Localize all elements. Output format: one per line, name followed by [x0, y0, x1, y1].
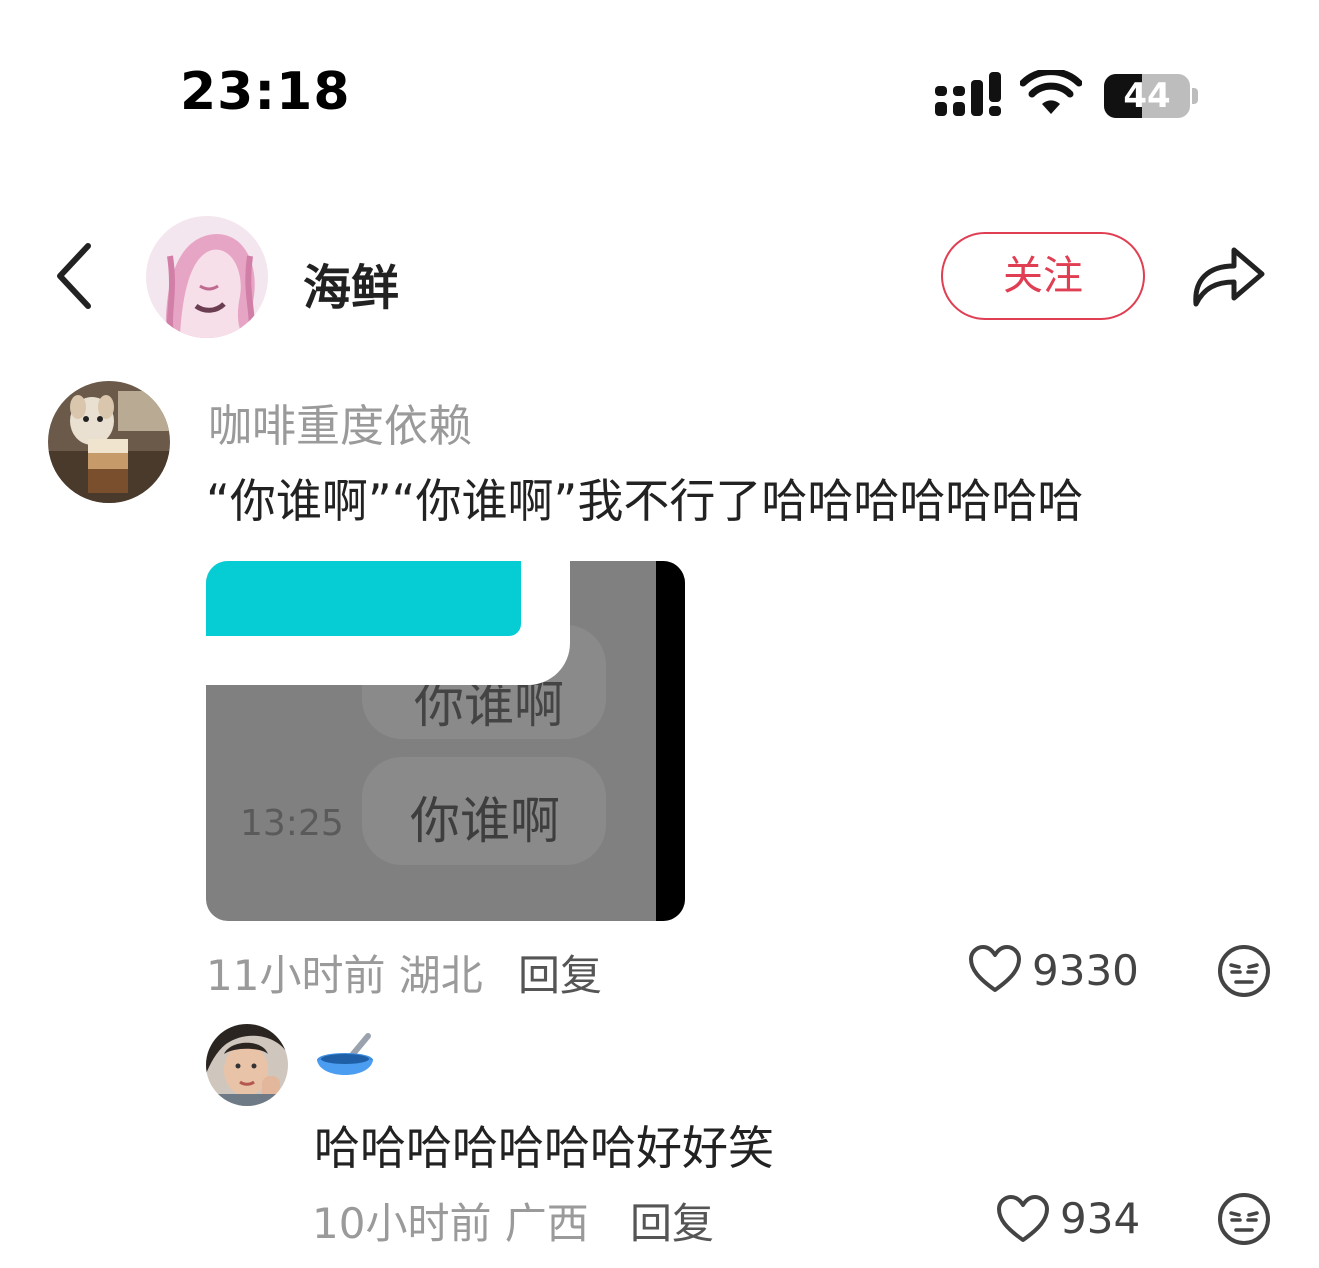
signal-icon — [935, 72, 1001, 116]
heart-icon[interactable] — [996, 1194, 1050, 1244]
face-emoji-icon[interactable] — [1217, 944, 1271, 998]
bowl-spoon-emoji-icon[interactable] — [314, 1032, 376, 1088]
image-chat-bubble-text: 你谁啊 — [410, 792, 560, 850]
reply-like-count: 934 — [1060, 1194, 1141, 1243]
like-count: 9330 — [1032, 946, 1139, 995]
status-time: 23:18 — [180, 62, 351, 122]
image-chat-bubble: 你谁啊 — [362, 757, 606, 865]
wifi-icon — [1020, 70, 1082, 114]
heart-icon[interactable] — [968, 944, 1022, 994]
battery-level: 44 — [1123, 76, 1171, 116]
comment-image[interactable]: 你谁啊 你谁啊 13:25 — [206, 561, 685, 921]
commenter-username[interactable]: 咖啡重度依赖 — [208, 390, 472, 454]
battery-icon: 44 — [1104, 74, 1190, 118]
author-name[interactable]: 海鲜 — [303, 248, 399, 318]
comment-time-location: 11小时前 湖北 — [206, 951, 483, 1000]
reply-text: 哈哈哈哈哈哈哈好好笑 — [314, 1121, 774, 1175]
reply-button[interactable]: 回复 — [518, 942, 602, 1003]
image-chat-time: 13:25 — [240, 803, 344, 844]
replier-avatar[interactable] — [206, 1024, 288, 1106]
reply-reply-button[interactable]: 回复 — [630, 1190, 714, 1251]
commenter-avatar[interactable] — [48, 381, 170, 503]
author-avatar[interactable] — [146, 216, 268, 338]
follow-button[interactable]: 关注 — [941, 232, 1145, 320]
image-teal-bar — [206, 561, 521, 636]
face-emoji-icon[interactable] — [1217, 1192, 1271, 1246]
chevron-left-icon[interactable] — [52, 240, 100, 312]
image-black-edge — [656, 561, 685, 921]
battery-cap — [1192, 88, 1198, 104]
reply-time-location: 10小时前 广西 — [312, 1199, 589, 1248]
share-arrow-icon[interactable] — [1188, 240, 1268, 312]
comment-text: “你谁啊”“你谁啊”我不行了哈哈哈哈哈哈哈 — [206, 474, 1084, 528]
